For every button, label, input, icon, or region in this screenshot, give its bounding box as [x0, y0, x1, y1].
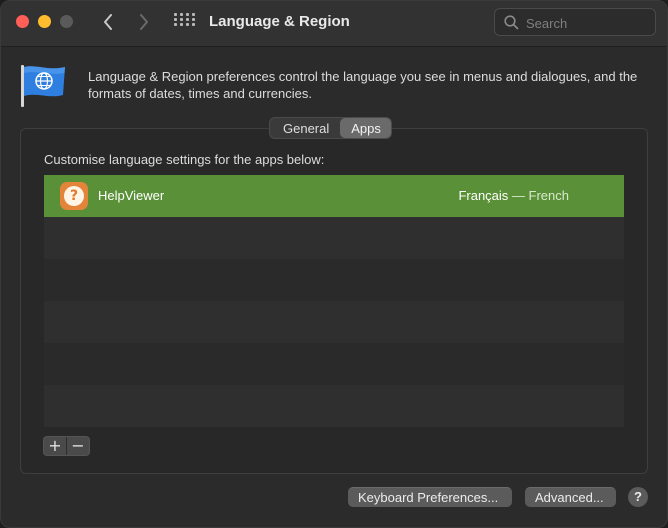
tab-apps[interactable]: Apps	[340, 118, 391, 138]
table-row-empty	[44, 259, 624, 301]
table-row-empty	[44, 217, 624, 259]
pane-description: Language & Region preferences control th…	[88, 69, 638, 101]
help-viewer-icon: ?	[60, 182, 88, 210]
language-separator: —	[508, 188, 529, 203]
titlebar: Language & Region Search	[1, 1, 667, 47]
table-row-empty	[44, 301, 624, 343]
back-button[interactable]	[97, 11, 119, 33]
language-native: Français	[458, 188, 509, 203]
add-app-button[interactable]: +	[44, 437, 66, 455]
apps-table[interactable]: ? HelpViewer Français — French	[44, 175, 624, 427]
show-all-button[interactable]	[174, 13, 195, 31]
window-title: Language & Region	[209, 13, 350, 30]
table-row-empty	[44, 343, 624, 385]
remove-app-button[interactable]: −	[67, 437, 89, 455]
chevron-left-icon	[104, 14, 112, 30]
add-remove-control: + −	[43, 436, 90, 456]
search-placeholder: Search	[526, 16, 568, 31]
minimize-window-button[interactable]	[38, 15, 51, 28]
language-english: French	[528, 188, 569, 203]
help-button[interactable]: ?	[628, 487, 648, 507]
table-row-empty	[44, 385, 624, 427]
apps-caption: Customise language settings for the apps…	[44, 152, 325, 167]
table-row[interactable]: ? HelpViewer Français — French	[44, 175, 624, 217]
app-name: HelpViewer	[98, 188, 165, 203]
tab-general[interactable]: General	[270, 118, 340, 138]
zoom-window-button[interactable]	[60, 15, 73, 28]
forward-button[interactable]	[133, 11, 155, 33]
app-language[interactable]: Français — French	[458, 188, 569, 203]
keyboard-preferences-button[interactable]: Keyboard Preferences...	[348, 487, 512, 507]
search-icon	[504, 15, 519, 30]
globe-flag-icon	[21, 65, 65, 107]
advanced-button[interactable]: Advanced...	[525, 487, 616, 507]
close-window-button[interactable]	[16, 15, 29, 28]
preferences-window: Language & Region Search Language & Regi…	[0, 0, 668, 528]
search-field[interactable]: Search	[494, 8, 656, 36]
chevron-right-icon	[140, 14, 148, 30]
tab-bar: General Apps	[269, 117, 392, 139]
